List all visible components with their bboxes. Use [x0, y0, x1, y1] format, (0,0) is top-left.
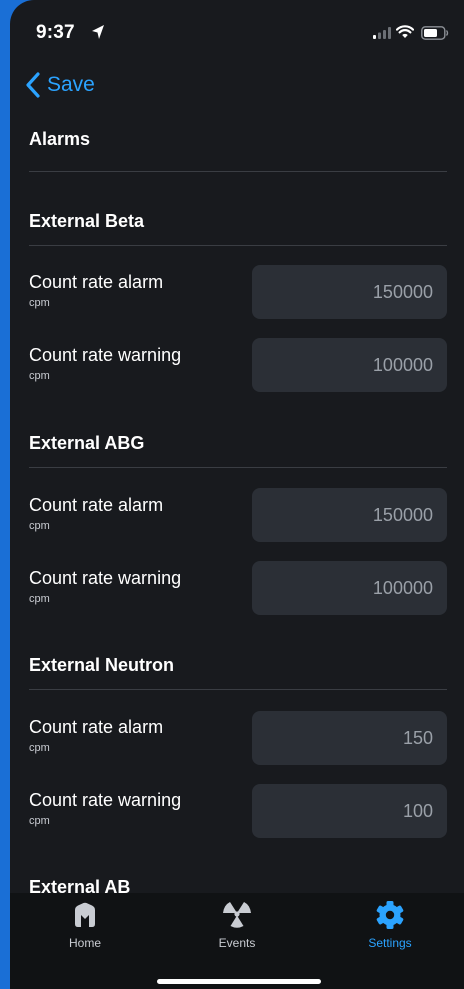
count-rate-warning-label: Count rate warning	[29, 568, 182, 588]
setting-row-label: Count rate warning cpm	[29, 790, 181, 827]
divider	[29, 467, 447, 468]
setting-row-label: Count rate alarm cpm	[29, 495, 163, 532]
cellular-signal-icon	[373, 27, 391, 39]
setting-row-label: Count rate alarm cpm	[29, 272, 163, 309]
page-title: Alarms	[29, 129, 91, 149]
section-title-external-beta: External Beta	[29, 211, 145, 231]
home-logo-icon	[75, 902, 95, 927]
home-indicator[interactable]	[157, 979, 321, 984]
location-arrow-icon	[92, 25, 104, 39]
tab-events-label: Events	[218, 936, 256, 950]
setting-row-label: Count rate warning cpm	[29, 568, 181, 605]
tab-bar: Home Events Settings	[10, 893, 464, 989]
battery-icon	[421, 26, 449, 40]
divider	[29, 689, 447, 690]
divider	[29, 171, 447, 172]
beta-count-rate-warning-input[interactable]: 100000	[252, 338, 447, 392]
section-title-external-abg: External ABG	[29, 433, 145, 453]
unit-label: cpm	[29, 520, 50, 532]
save-back-button[interactable]: Save	[26, 70, 95, 100]
setting-row-label: Count rate alarm cpm	[29, 717, 163, 754]
radiation-icon	[223, 902, 251, 928]
abg-count-rate-alarm-input[interactable]: 150000	[252, 488, 447, 542]
chevron-left-icon	[26, 72, 40, 98]
tab-home-label: Home	[68, 936, 101, 950]
tab-home[interactable]: Home	[25, 900, 145, 950]
section-title-external-neutron: External Neutron	[29, 655, 175, 675]
count-rate-alarm-label: Count rate alarm	[29, 717, 164, 737]
count-rate-alarm-label: Count rate alarm	[29, 495, 164, 515]
unit-label: cpm	[29, 815, 50, 827]
status-bar: 9:37	[10, 0, 464, 66]
tab-settings[interactable]: Settings	[330, 900, 450, 950]
gear-icon	[376, 901, 404, 929]
tab-settings-label: Settings	[368, 936, 412, 950]
count-rate-warning-label: Count rate warning	[29, 345, 182, 365]
neutron-count-rate-alarm-input[interactable]: 150	[252, 711, 447, 765]
phone-screen: 9:37 Save Alarms External Beta Count rat…	[10, 0, 464, 989]
count-rate-alarm-label: Count rate alarm	[29, 272, 164, 292]
save-label: Save	[47, 73, 95, 96]
status-time: 9:37	[36, 22, 75, 43]
neutron-count-rate-warning-input[interactable]: 100	[252, 784, 447, 838]
unit-label: cpm	[29, 370, 50, 382]
tab-events[interactable]: Events	[177, 900, 297, 950]
beta-count-rate-alarm-input[interactable]: 150000	[252, 265, 447, 319]
unit-label: cpm	[29, 742, 50, 754]
unit-label: cpm	[29, 593, 50, 605]
setting-row-label: Count rate warning cpm	[29, 345, 181, 382]
divider	[29, 245, 447, 246]
count-rate-warning-label: Count rate warning	[29, 790, 182, 810]
unit-label: cpm	[29, 297, 50, 309]
abg-count-rate-warning-input[interactable]: 100000	[252, 561, 447, 615]
wifi-icon	[396, 25, 414, 38]
